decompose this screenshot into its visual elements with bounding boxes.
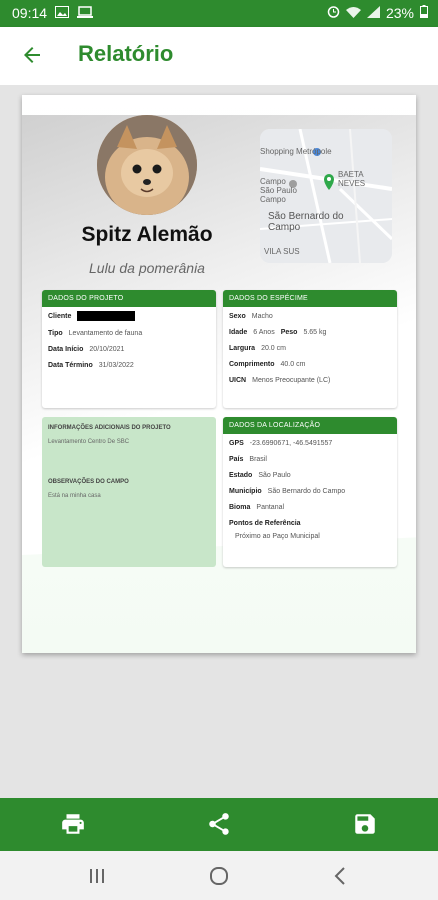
map-label-shopping: Shopping Metrópole	[260, 147, 332, 156]
gps-value: -23.6990671, -46.5491557	[249, 440, 333, 447]
back-icon	[334, 867, 345, 885]
type-label: Tipo	[48, 330, 63, 337]
wifi-icon	[345, 5, 361, 21]
pet-name: Spitz Alemão	[81, 223, 213, 246]
battery-icon	[420, 5, 428, 21]
country-value: Brasil	[249, 456, 267, 463]
location-card-header: DADOS DA LOCALIZAÇÃO	[223, 417, 397, 434]
app-bar: Relatório	[0, 27, 438, 85]
sex-value: Macho	[251, 313, 273, 320]
reference-label: Pontos de Referência	[229, 520, 301, 527]
alarm-icon	[327, 5, 340, 21]
length-value: 40.0 cm	[280, 361, 306, 368]
pet-photo	[97, 115, 197, 215]
system-nav-bar	[0, 851, 438, 900]
width-value: 20.0 cm	[261, 345, 286, 352]
pet-breed: Lulu da pomerânia	[89, 260, 205, 276]
biome-label: Bioma	[229, 504, 251, 511]
field-observations-header: OBSERVAÇÕES DO CAMPO	[48, 479, 129, 485]
print-icon	[62, 814, 84, 834]
project-card: DADOS DO PROJETO Cliente Tipo Levantament…	[42, 290, 216, 408]
state-value: São Paulo	[258, 472, 291, 479]
report-preview-area[interactable]: Shopping Metrópole Campo São Paulo Campo…	[0, 85, 438, 798]
country-label: País	[229, 456, 244, 463]
report-document: Shopping Metrópole Campo São Paulo Campo…	[22, 95, 416, 653]
end-date-value: 31/03/2022	[98, 362, 134, 369]
gps-label: GPS	[229, 440, 244, 447]
species-card: DADOS DO ESPÉCIME Sexo Macho Idade 6 Anos P…	[223, 290, 397, 408]
share-icon	[209, 813, 229, 835]
sex-label: Sexo	[229, 313, 246, 320]
iucn-label: UICN	[229, 377, 247, 384]
map-label-sbc: São Bernardo do Campo	[268, 211, 344, 233]
type-value: Levantamento de fauna	[68, 330, 143, 337]
print-button[interactable]	[60, 811, 86, 837]
species-card-header: DADOS DO ESPÉCIME	[223, 290, 397, 307]
start-date-label: Data Início	[48, 346, 84, 353]
map-label-campo: Campo São Paulo Campo	[260, 177, 297, 204]
project-card-header: DADOS DO PROJETO	[42, 290, 216, 307]
age-label: Idade	[229, 329, 248, 336]
save-icon	[355, 814, 375, 834]
save-button[interactable]	[352, 811, 378, 837]
system-back-button[interactable]	[330, 865, 352, 887]
back-arrow-icon[interactable]	[20, 43, 44, 67]
additional-info-text: Levantamento Centro De SBC	[48, 439, 130, 445]
weight-label: Peso	[280, 329, 298, 336]
bottom-action-bar	[0, 798, 438, 851]
status-bar: 09:14 23%	[0, 0, 438, 27]
battery-level: 23%	[385, 5, 414, 21]
share-button[interactable]	[206, 811, 232, 837]
weight-value: 5.65 kg	[303, 329, 327, 336]
home-button[interactable]	[208, 865, 230, 887]
additional-info-header: INFORMAÇÕES ADICIONAIS DO PROJETO	[48, 425, 171, 431]
reference-value: Próximo ao Paço Municipal	[235, 533, 320, 540]
page-title: Relatório	[78, 41, 174, 66]
image-icon	[55, 5, 70, 21]
status-time: 09:14	[12, 5, 48, 21]
location-map: Shopping Metrópole Campo São Paulo Campo…	[260, 129, 392, 263]
location-card: DADOS DA LOCALIZAÇÃO GPS -23.6990671, -46…	[223, 417, 397, 567]
age-value: 6 Anos	[253, 329, 275, 336]
map-label-vila: VILA SUS	[264, 247, 300, 256]
biome-value: Pantanal	[256, 504, 285, 511]
client-redacted	[77, 311, 136, 321]
iucn-value: Menos Preocupante (LC)	[252, 377, 331, 384]
start-date-value: 20/10/2021	[89, 346, 125, 353]
laptop-icon	[77, 5, 94, 21]
city-value: São Bernardo do Campo	[267, 488, 346, 495]
home-icon	[210, 867, 228, 885]
city-label: Município	[229, 488, 262, 495]
client-label: Cliente	[48, 313, 72, 320]
recents-button[interactable]	[86, 865, 108, 887]
state-label: Estado	[229, 472, 253, 479]
field-observations-text: Está na minha casa	[48, 493, 101, 499]
end-date-label: Data Término	[48, 362, 93, 369]
map-label-baeta-neves: BAETA NEVES	[338, 170, 366, 188]
additional-info-card: INFORMAÇÕES ADICIONAIS DO PROJETO Levant…	[42, 417, 216, 567]
length-label: Comprimento	[229, 361, 275, 368]
recents-icon	[90, 869, 104, 883]
signal-icon	[366, 5, 380, 21]
width-label: Largura	[229, 345, 256, 352]
